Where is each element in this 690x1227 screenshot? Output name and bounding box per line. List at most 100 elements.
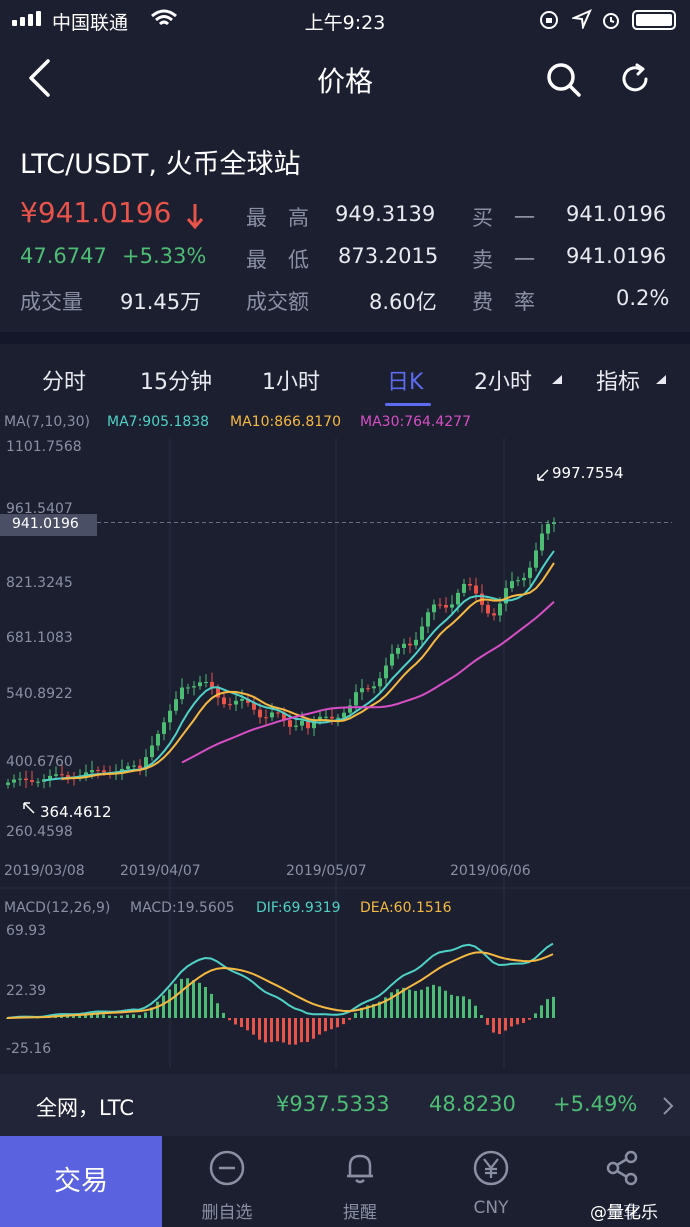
volume-label: 成交量 [20,290,83,314]
candle-body [240,698,244,701]
currency-button[interactable]: CNY [426,1136,556,1227]
x-tick-label: 2019/04/07 [120,863,201,879]
macd-bar [438,986,441,1018]
macd-bar [444,990,447,1018]
macd-bar [312,1018,315,1039]
macd-bar [426,986,429,1018]
macd-bar [540,1005,543,1018]
macd-bar [342,1018,345,1025]
macd-bar [78,1015,81,1018]
candle-body [18,778,22,780]
x-tick-label: 2019/03/08 [4,863,85,879]
min-price-annotation: 364.4612 [40,803,112,821]
macd-y-tick: 22.39 [6,983,47,999]
macd-bar [144,1012,147,1018]
candle-body [198,682,202,687]
macd-bar [258,1018,261,1040]
kline-chart[interactable] [0,408,690,1072]
candle-body [222,697,226,705]
candle-body [36,781,40,783]
macd-bar [330,1018,333,1030]
rotation-lock-icon [540,11,558,29]
share-icon [606,1150,638,1186]
currency-label: CNY [473,1198,509,1218]
chart-area[interactable]: MA(7,10,30) MA7:905.1838 MA10:866.8170 M… [0,408,690,1072]
alert-button[interactable]: 提醒 [295,1136,425,1227]
macd-bar [246,1018,249,1031]
macd-bar [402,987,405,1018]
bottom-action-bar: 交易 删自选 提醒 CNY 分享 @量化乐 [0,1136,690,1227]
candle-body [402,643,406,648]
remove-favorite-button[interactable]: 删自选 [162,1136,292,1227]
location-icon [572,9,592,29]
pair-title: LTC/USDT, 火币全球站 [20,149,301,180]
tab-1hour[interactable]: 1小时 [262,364,320,396]
navigation-bar: 价格 [0,40,690,116]
ticker-change-pct: +5.49% [553,1092,638,1116]
macd-bar [300,1018,303,1043]
search-icon[interactable] [546,62,582,98]
candle-body [552,522,556,524]
macd-bar [126,1014,129,1018]
tab-indicators[interactable]: 指标 [596,364,640,396]
high-value: 949.3139 [335,202,436,226]
macd-bar [132,1014,135,1018]
tab-2hour[interactable]: 2小时 [474,364,532,396]
candle-body [486,604,490,614]
chevron-right-icon[interactable] [662,1096,674,1116]
trade-button[interactable]: 交易 [0,1136,162,1227]
candle-body [258,709,262,718]
price-change-pct: +5.33% [122,244,207,268]
candle-body [378,678,382,687]
page-title: 价格 [316,65,373,98]
candle-body [390,653,394,666]
last-price: ¥941.0196 [20,196,172,229]
candle-body [546,523,550,534]
sell1-value: 941.0196 [566,244,667,268]
macd-bar [318,1018,321,1035]
active-tab-indicator [385,403,431,406]
price-change: 47.6747 [20,244,107,268]
fee-value: 0.2% [616,286,670,310]
candle-body [96,770,100,772]
arrow-down-icon [186,204,204,230]
current-price-tag-text: 941.0196 [12,516,79,532]
candle-body [90,770,94,773]
tab-daily[interactable]: 日K [387,364,423,396]
amount-value: 8.60亿 [369,290,437,314]
macd-bar [240,1018,243,1028]
period-tabs: 分时 15分钟 1小时 日K 2小时 指标 [0,344,690,408]
candle-body [450,604,454,608]
y-tick-label: 1101.7568 [6,439,82,455]
alert-label: 提醒 [343,1203,377,1223]
candle-body [330,716,334,719]
tab-timeshare[interactable]: 分时 [42,364,86,396]
candle-body [300,720,304,726]
current-price-tag: 941.0196 [0,514,97,536]
buy1-label: 买 一 [472,206,535,230]
candle-body [270,712,274,718]
tab-15min[interactable]: 15分钟 [140,364,212,396]
macd-bar [228,1018,231,1021]
max-price-annotation: 997.7554 [552,464,624,482]
macd-bar [504,1018,507,1031]
ticker-label: 全网，LTC [36,1096,135,1120]
refresh-icon[interactable] [618,62,652,96]
macd-bar [348,1018,351,1020]
amount-label: 成交额 [246,290,309,314]
candle-body [294,725,298,727]
macd-bar [510,1018,513,1027]
macd-bar [480,1015,483,1018]
macd-y-tick: -25.16 [6,1041,52,1057]
candle-body [24,778,28,781]
candle-body [396,647,400,654]
macd-bar [468,999,471,1018]
candle-body [150,745,154,758]
network-ticker[interactable]: 全网，LTC ¥937.5333 48.8230 +5.49% [0,1074,690,1136]
ticker-change: 48.8230 [429,1092,516,1116]
macd-bar [414,990,417,1018]
macd-bar [474,1005,477,1018]
candle-body [186,687,190,689]
macd-bar [486,1018,489,1025]
macd-bar [252,1018,255,1035]
